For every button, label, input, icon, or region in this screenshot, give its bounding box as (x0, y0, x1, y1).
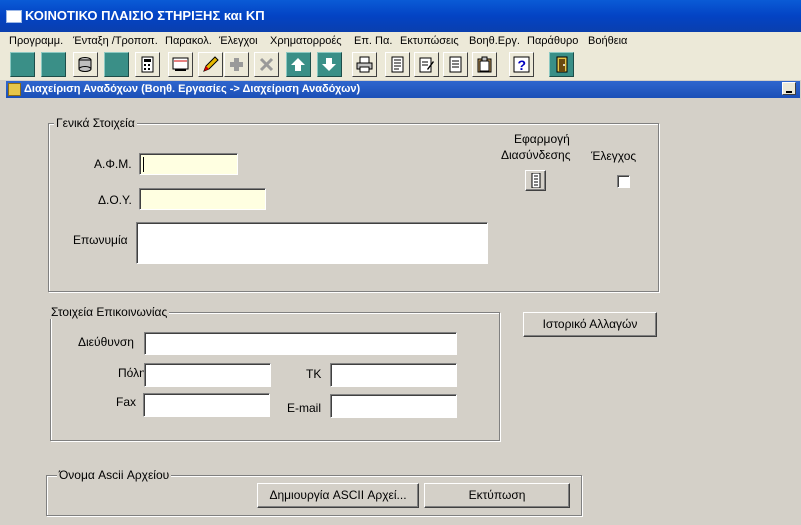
pencil-icon[interactable] (198, 52, 223, 77)
menu-programm[interactable]: Προγραμμ. (9, 35, 63, 47)
afm-label: Α.Φ.Μ. (94, 157, 132, 171)
blank-icon[interactable] (10, 52, 35, 77)
minimize-button[interactable] (782, 82, 796, 95)
menu-bar: Προγραμμ. Ένταξη /Τροποπ. Παρακολ. Έλεγχ… (0, 32, 801, 50)
general-info-legend: Γενικά Στοιχεία (54, 116, 137, 130)
email-label: E-mail (287, 401, 322, 415)
arrow-down-icon[interactable] (317, 52, 342, 77)
email-field[interactable] (330, 394, 457, 418)
clipboard-icon[interactable] (472, 52, 497, 77)
menu-voith-erg[interactable]: Βοηθ.Εργ. (469, 35, 520, 47)
edit-document-icon[interactable] (414, 52, 439, 77)
app-link-label-line2: Διασύνδεσης (501, 148, 571, 162)
city-label: Πόλη (118, 366, 146, 380)
window-title: ΚΟΙΝΟΤΙΚΟ ΠΛΑΙΣΙΟ ΣΤΗΡΙΞΗΣ και ΚΠ (25, 8, 265, 23)
calculator-icon[interactable] (135, 52, 160, 77)
doy-label: Δ.Ο.Υ. (98, 193, 132, 207)
tk-field[interactable] (330, 363, 457, 387)
address-label: Διεύθυνση (78, 335, 134, 349)
report-icon[interactable] (385, 52, 410, 77)
help-icon[interactable]: ? (509, 52, 534, 77)
window-titlebar[interactable]: ΚΟΙΝΟΤΙΚΟ ΠΛΑΙΣΙΟ ΣΤΗΡΙΞΗΣ και ΚΠ (0, 0, 801, 32)
create-ascii-button[interactable]: Δημιουργία ASCII Αρχεί... (257, 483, 419, 508)
menu-entaxi[interactable]: Ένταξη /Τροποπ. (73, 35, 158, 47)
app-window-icon (6, 10, 22, 23)
fax-label: Fax (116, 395, 137, 409)
text-cursor (143, 157, 144, 172)
subwindow-title: Διαχείριση Αναδόχων (Βοηθ. Εργασίες -> Δ… (24, 83, 361, 95)
menu-ektyposeis[interactable]: Εκτυπώσεις (400, 35, 459, 47)
subwindow-titlebar[interactable]: Διαχείριση Αναδόχων (Βοηθ. Εργασίες -> Δ… (6, 81, 800, 98)
toolbar: ? (0, 50, 801, 80)
city-field[interactable] (144, 363, 271, 387)
blank-icon[interactable] (41, 52, 66, 77)
history-button[interactable]: Ιστορικό Αλλαγών (523, 312, 657, 337)
form-client-area: Γενικά Στοιχεία Α.Φ.Μ. Δ.Ο.Υ. Επωνυμία Ε… (6, 98, 800, 525)
blank-icon[interactable] (104, 52, 129, 77)
print-button[interactable]: Εκτύπωση (424, 483, 570, 508)
menu-parakol[interactable]: Παρακολ. (165, 35, 212, 47)
app-link-label-line1: Εφαρμογή (514, 132, 570, 146)
check-checkbox[interactable] (617, 175, 630, 188)
doy-field[interactable] (139, 188, 266, 210)
database-icon[interactable] (73, 52, 98, 77)
contact-info-legend: Στοιχεία Επικοινωνίας (49, 305, 170, 319)
eponymia-field[interactable] (136, 222, 488, 264)
add-record-icon[interactable] (224, 52, 249, 77)
eponymia-label: Επωνυμία (73, 233, 128, 247)
printer-icon[interactable] (352, 52, 377, 77)
document-icon[interactable] (443, 52, 468, 77)
tk-label: ΤΚ (306, 367, 322, 381)
menu-ep-pa[interactable]: Επ. Πα. (354, 35, 392, 47)
address-field[interactable] (144, 332, 457, 355)
ascii-legend: Όνομα Ascii Αρχείου (57, 468, 172, 482)
arrow-up-icon[interactable] (286, 52, 311, 77)
form-icon (8, 83, 21, 96)
check-label: Έλεγχος (591, 149, 637, 163)
svg-text:?: ? (518, 57, 527, 73)
menu-voitheia[interactable]: Βοήθεια (588, 35, 627, 47)
list-icon (531, 173, 541, 188)
afm-field[interactable] (139, 153, 238, 175)
menu-xrimatorroes[interactable]: Χρηματορροές (270, 35, 342, 47)
app-link-button[interactable] (525, 170, 546, 191)
menu-elegxoi[interactable]: Έλεγχοι (219, 35, 258, 47)
screen-icon[interactable] (168, 52, 193, 77)
exit-door-icon[interactable] (549, 52, 574, 77)
fax-field[interactable] (143, 393, 270, 417)
menu-parathyro[interactable]: Παράθυρο (527, 35, 578, 47)
delete-record-icon[interactable] (254, 52, 279, 77)
